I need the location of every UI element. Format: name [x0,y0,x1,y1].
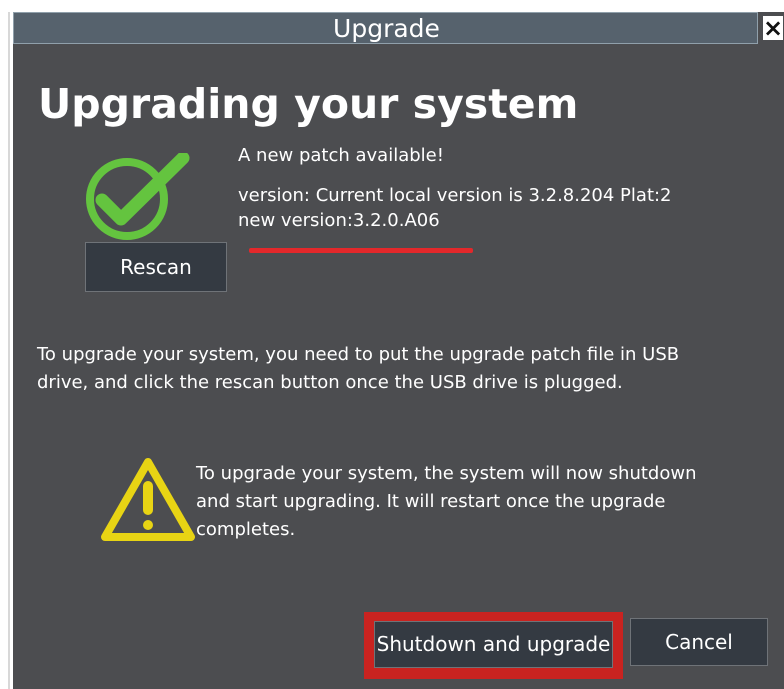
shutdown-warning: To upgrade your system, the system will … [196,460,766,544]
upgrade-screen: Upgrade × Upgrading your system Rescan A… [0,0,784,689]
upgrade-dialog: Upgrade × Upgrading your system Rescan A… [13,12,784,689]
shutdown-button-highlight: Shutdown and upgrade [364,612,623,679]
current-version-text: version: Current local version is 3.2.8.… [238,185,672,206]
new-version-highlight [249,248,473,253]
instruction-line-1: To upgrade your system, you need to put … [37,344,680,365]
dialog-titlebar: Upgrade [13,12,758,44]
warning-triangle-icon [101,458,195,541]
rescan-button[interactable]: Rescan [85,242,227,292]
warning-line-2: and start upgrading. It will restart onc… [196,491,666,512]
new-version-text: new version:3.2.0.A06 [238,210,440,231]
instruction-line-2: drive, and click the rescan button once … [37,372,623,393]
top-strip [0,0,784,12]
dialog-title: Upgrade [333,14,440,43]
warning-line-1: To upgrade your system, the system will … [196,463,697,484]
warning-line-3: completes. [196,519,296,540]
shutdown-and-upgrade-button[interactable]: Shutdown and upgrade [374,621,613,668]
patch-notice: A new patch available! [238,145,444,166]
check-circle-icon [86,153,190,240]
left-frame-line [8,12,10,689]
close-icon[interactable]: × [763,16,783,40]
page-title: Upgrading your system [38,80,579,128]
upgrade-instructions: To upgrade your system, you need to put … [37,341,762,397]
cancel-button[interactable]: Cancel [630,618,768,666]
